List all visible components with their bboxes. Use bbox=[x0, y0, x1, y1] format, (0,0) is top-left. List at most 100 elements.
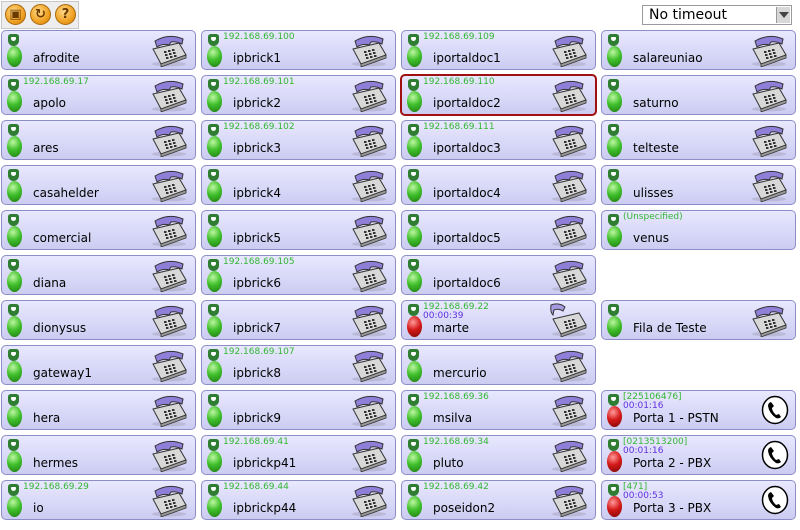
status-led-icon bbox=[7, 91, 22, 112]
extension-cell[interactable]: iportaldoc5 bbox=[401, 210, 596, 250]
extension-cell[interactable]: 192.168.69.105 ipbrick6 bbox=[201, 255, 396, 295]
extension-cell[interactable]: hera bbox=[1, 390, 196, 430]
extension-name: afrodite bbox=[33, 51, 80, 65]
status-led-icon bbox=[7, 406, 22, 427]
extension-cell[interactable]: mercurio bbox=[401, 345, 596, 385]
status-led-icon bbox=[7, 361, 22, 382]
extension-cell[interactable]: 192.168.69.110 iportaldoc2 bbox=[400, 74, 597, 116]
extension-ip: 192.168.69.100 bbox=[223, 32, 295, 42]
extension-cell[interactable]: diana bbox=[1, 255, 196, 295]
extension-ip: 192.168.69.109 bbox=[423, 32, 495, 42]
extension-cell[interactable]: 192.168.69.41 ipbrickp41 bbox=[201, 435, 396, 475]
shield-icon bbox=[608, 124, 619, 136]
extension-cell[interactable]: salareuniao bbox=[601, 30, 796, 70]
extension-cell[interactable]: 192.168.69.22 00:00:39 marte bbox=[401, 300, 596, 340]
extension-cell[interactable]: telteste bbox=[601, 120, 796, 160]
extension-cell[interactable]: 192.168.69.29 io bbox=[1, 480, 196, 520]
extension-cell[interactable]: 192.168.69.34 pluto bbox=[401, 435, 596, 475]
extension-ip: 192.168.69.110 bbox=[423, 77, 495, 87]
extension-cell[interactable]: Fila de Teste bbox=[601, 300, 796, 340]
extension-cell[interactable]: [471] 00:00:53 Porta 3 - PBX bbox=[601, 480, 796, 520]
extension-cell[interactable]: ipbrick9 bbox=[201, 390, 396, 430]
shield-icon bbox=[8, 439, 19, 451]
chevron-down-icon[interactable] bbox=[776, 7, 790, 23]
shield-icon bbox=[8, 169, 19, 181]
extension-ip: (Unspecified) bbox=[623, 212, 683, 222]
extension-cell[interactable]: iportaldoc6 bbox=[401, 255, 596, 295]
shield-icon bbox=[208, 484, 219, 496]
extension-cell[interactable]: afrodite bbox=[1, 30, 196, 70]
status-led-icon bbox=[207, 91, 222, 112]
extension-cell[interactable]: 192.168.69.107 ipbrick8 bbox=[201, 345, 396, 385]
extension-name: Fila de Teste bbox=[633, 321, 707, 335]
extension-cell[interactable]: 192.168.69.42 poseidon2 bbox=[401, 480, 596, 520]
extension-cell[interactable]: 192.168.69.36 msilva bbox=[401, 390, 596, 430]
shield-icon bbox=[208, 124, 219, 136]
lock-button[interactable]: ▣ bbox=[5, 4, 26, 25]
status-led-icon bbox=[207, 451, 222, 472]
extension-cell[interactable]: 192.168.69.102 ipbrick3 bbox=[201, 120, 396, 160]
shield-icon bbox=[208, 214, 219, 226]
shield-icon bbox=[208, 79, 219, 91]
extension-name: pluto bbox=[433, 456, 464, 470]
extension-cell[interactable]: dionysus bbox=[1, 300, 196, 340]
shield-icon bbox=[608, 394, 619, 406]
extension-ip: 192.168.69.41 bbox=[223, 437, 289, 447]
status-led-icon bbox=[407, 91, 422, 112]
shield-icon bbox=[208, 349, 219, 361]
extension-name: ipbrick2 bbox=[233, 96, 282, 110]
extension-cell[interactable]: ipbrick7 bbox=[201, 300, 396, 340]
extension-name: iportaldoc3 bbox=[433, 141, 501, 155]
extension-cell[interactable]: 192.168.69.100 ipbrick1 bbox=[201, 30, 396, 70]
shield-icon bbox=[8, 214, 19, 226]
shield-icon bbox=[208, 394, 219, 406]
extension-name: Porta 3 - PBX bbox=[633, 501, 712, 515]
extension-cell[interactable]: 192.168.69.109 iportaldoc1 bbox=[401, 30, 596, 70]
extension-cell[interactable]: [0213513200] 00:01:16 Porta 2 - PBX bbox=[601, 435, 796, 475]
extension-cell[interactable]: ulisses bbox=[601, 165, 796, 205]
extension-name: poseidon2 bbox=[433, 501, 496, 515]
status-led-icon bbox=[607, 226, 622, 247]
status-led-icon bbox=[7, 226, 22, 247]
help-button[interactable]: ? bbox=[55, 4, 76, 25]
shield-icon bbox=[408, 484, 419, 496]
extension-name: ipbrickp41 bbox=[233, 456, 297, 470]
status-led-icon bbox=[7, 451, 22, 472]
extension-cell[interactable]: [225106476] 00:01:16 Porta 1 - PSTN bbox=[601, 390, 796, 430]
extension-cell[interactable]: 192.168.69.101 ipbrick2 bbox=[201, 75, 396, 115]
extension-cell[interactable]: (Unspecified) venus bbox=[601, 210, 796, 250]
status-led-icon bbox=[407, 136, 422, 157]
timeout-select[interactable]: No timeout bbox=[642, 5, 792, 25]
status-led-icon bbox=[407, 496, 422, 517]
extension-name: ipbrick3 bbox=[233, 141, 282, 155]
extension-cell[interactable]: gateway1 bbox=[1, 345, 196, 385]
extension-ip: 192.168.69.44 bbox=[223, 482, 289, 492]
shield-icon bbox=[408, 34, 419, 46]
refresh-button[interactable]: ↻ bbox=[30, 4, 51, 25]
extension-name: hera bbox=[33, 411, 61, 425]
extension-name: ipbrick7 bbox=[233, 321, 282, 335]
extension-ip: 192.168.69.36 bbox=[423, 392, 489, 402]
status-led-icon bbox=[607, 46, 622, 67]
extension-cell[interactable]: ipbrick5 bbox=[201, 210, 396, 250]
shield-icon bbox=[608, 214, 619, 226]
extension-cell[interactable]: 192.168.69.17 apolo bbox=[1, 75, 196, 115]
extension-cell[interactable]: saturno bbox=[601, 75, 796, 115]
extension-cell[interactable]: casahelder bbox=[1, 165, 196, 205]
extension-cell[interactable]: 192.168.69.111 iportaldoc3 bbox=[401, 120, 596, 160]
status-led-icon bbox=[607, 451, 622, 472]
extension-cell[interactable]: hermes bbox=[1, 435, 196, 475]
shield-icon bbox=[8, 79, 19, 91]
extension-cell[interactable]: ares bbox=[1, 120, 196, 160]
status-led-icon bbox=[607, 496, 622, 517]
shield-icon bbox=[408, 124, 419, 136]
extension-cell[interactable]: 192.168.69.44 ipbrickp44 bbox=[201, 480, 396, 520]
extension-cell[interactable]: iportaldoc4 bbox=[401, 165, 596, 205]
shield-icon bbox=[608, 439, 619, 451]
extension-cell[interactable]: comercial bbox=[1, 210, 196, 250]
shield-icon bbox=[608, 79, 619, 91]
extension-name: salareuniao bbox=[633, 51, 703, 65]
extension-name: Porta 1 - PSTN bbox=[633, 411, 719, 425]
extension-cell[interactable]: ipbrick4 bbox=[201, 165, 396, 205]
extension-ip: 192.168.69.107 bbox=[223, 347, 295, 357]
